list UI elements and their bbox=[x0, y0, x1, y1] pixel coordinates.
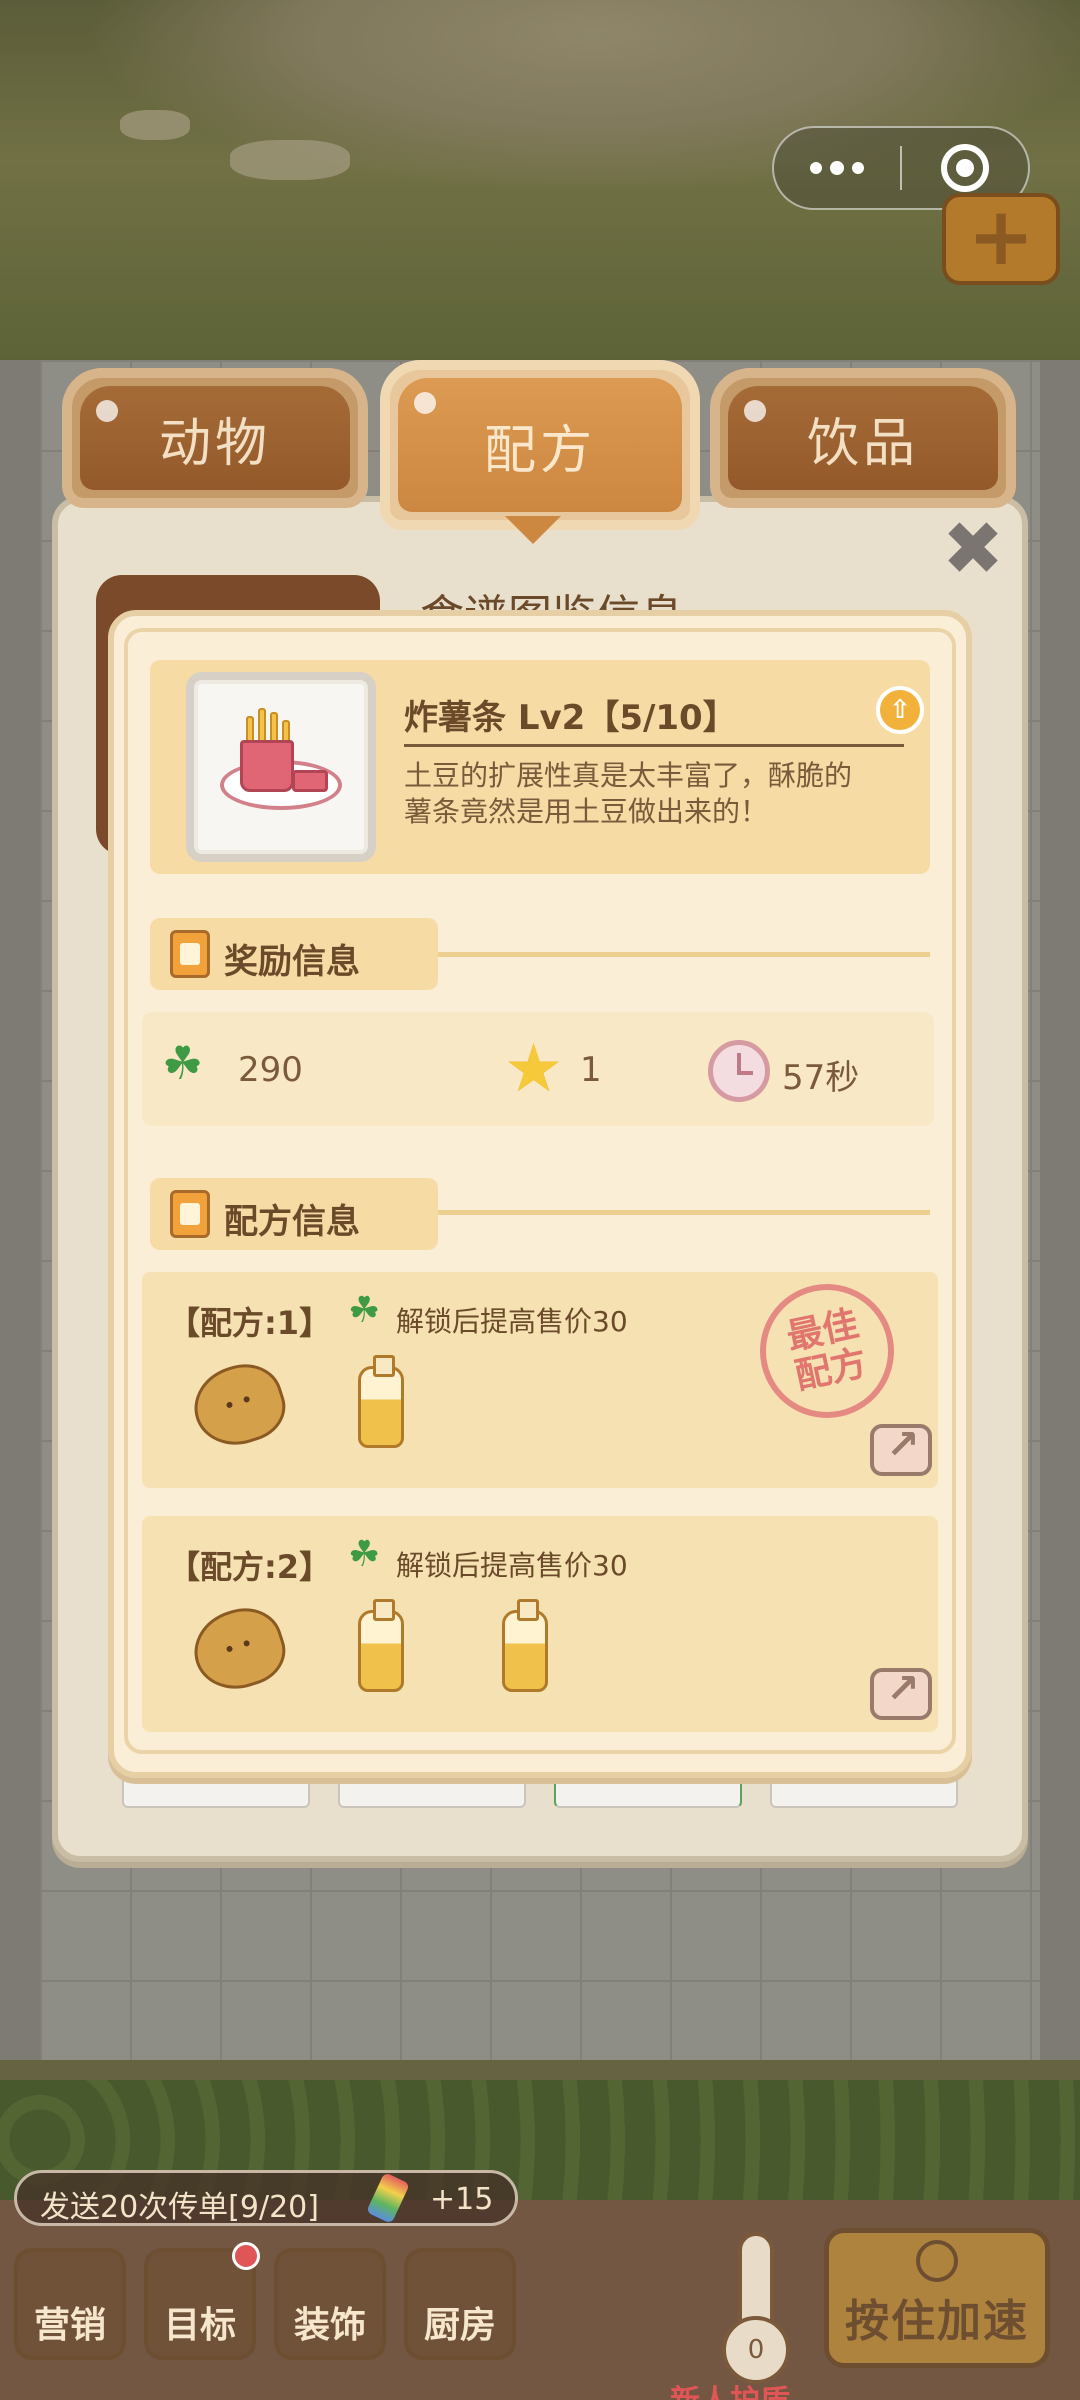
more-menu-icon[interactable] bbox=[774, 128, 900, 208]
marketing-button[interactable]: 营销 bbox=[14, 2248, 126, 2360]
clover-icon: ☘ bbox=[162, 1036, 204, 1090]
tab-animals[interactable]: 动物 bbox=[62, 368, 368, 508]
recipe-unlock-note: 解锁后提高售价30 bbox=[396, 1549, 628, 1582]
recipe-label: 【配方:1】 bbox=[168, 1304, 332, 1342]
recipe-unlock-note: 解锁后提高售价30 bbox=[396, 1305, 628, 1338]
share-icon[interactable] bbox=[870, 1422, 932, 1476]
recipe-label: 【配方:2】 bbox=[168, 1548, 332, 1586]
section-divider bbox=[438, 952, 930, 957]
button-label: 目标 bbox=[163, 2305, 236, 2346]
clock-icon bbox=[708, 1040, 770, 1102]
item-name: 炸薯条 Lv2【5/10】 bbox=[404, 698, 737, 738]
recipes-title: 配方信息 bbox=[224, 1202, 360, 1242]
item-description: 土豆的扩展性真是太丰富了，酥脆的薯条竟然是用土豆做出来的！ bbox=[404, 759, 853, 828]
tab-label: 饮品 bbox=[806, 413, 919, 474]
bottle-icon bbox=[502, 1599, 548, 1692]
therm-value: 0 bbox=[747, 2335, 765, 2365]
clover-icon: ☘ bbox=[348, 1534, 381, 1575]
fry bbox=[258, 708, 266, 744]
active-tab-pointer bbox=[505, 516, 561, 544]
section-divider bbox=[438, 1210, 930, 1215]
speed-label: 按住加速 bbox=[845, 2296, 1029, 2347]
quest-text: 发送20次传单[9/20] bbox=[40, 2190, 319, 2225]
kitchen-button[interactable]: 厨房 bbox=[404, 2248, 516, 2360]
thermometer-bulb: 0 bbox=[722, 2316, 790, 2384]
button-label: 装饰 bbox=[293, 2305, 366, 2346]
time-value: 57秒 bbox=[782, 1058, 860, 1098]
quest-reward: +15 bbox=[430, 2182, 494, 2217]
title-underline bbox=[404, 744, 904, 747]
sauce-cup bbox=[292, 770, 328, 792]
button-label: 厨房 bbox=[423, 2305, 496, 2346]
tab-recipes[interactable]: 配方 bbox=[380, 360, 700, 530]
bottle-icon bbox=[358, 1355, 404, 1448]
add-button[interactable]: + bbox=[942, 193, 1060, 285]
clipboard-icon bbox=[170, 1190, 210, 1238]
rewards-title: 奖励信息 bbox=[224, 942, 360, 982]
clover-reward-value: 290 bbox=[238, 1050, 303, 1090]
star-reward-value: 1 bbox=[580, 1050, 602, 1090]
fries-box bbox=[240, 740, 294, 792]
decorate-button[interactable]: 装饰 bbox=[274, 2248, 386, 2360]
tab-label: 配方 bbox=[483, 420, 596, 481]
tab-drinks[interactable]: 饮品 bbox=[710, 368, 1016, 508]
tab-label: 动物 bbox=[158, 413, 271, 474]
clover-icon: ☘ bbox=[348, 1290, 381, 1331]
arrow-up-icon[interactable]: ⇧ bbox=[876, 686, 924, 734]
newbie-shield-label: 新人护盾 bbox=[670, 2376, 790, 2400]
close-icon[interactable]: ✖ bbox=[942, 512, 1004, 586]
star-icon: ★ bbox=[504, 1030, 564, 1107]
clipboard-icon bbox=[170, 930, 210, 978]
share-icon[interactable] bbox=[870, 1666, 932, 1720]
button-label: 营销 bbox=[33, 2305, 106, 2346]
bottle-icon bbox=[358, 1599, 404, 1692]
play-icon bbox=[916, 2240, 958, 2282]
notification-dot bbox=[232, 2242, 260, 2270]
